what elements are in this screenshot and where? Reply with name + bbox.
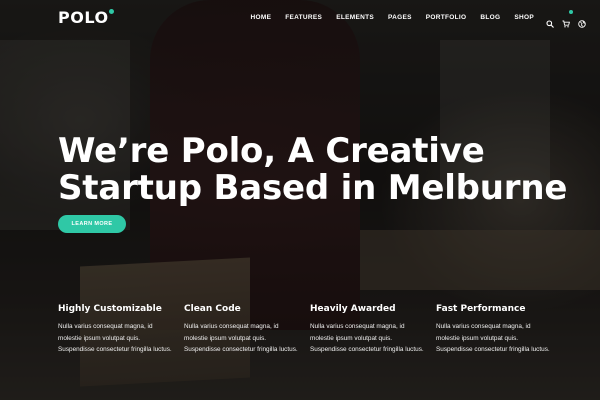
feature-line: Nulla varius consequat magna, id — [436, 323, 531, 330]
main-nav: HOME FEATURES ELEMENTS PAGES PORTFOLIO B… — [251, 14, 534, 21]
feature-description: Nulla varius consequat magna, id molesti… — [58, 321, 184, 356]
nav-home[interactable]: HOME — [251, 14, 272, 21]
search-icon[interactable] — [546, 13, 554, 28]
nav-elements[interactable]: ELEMENTS — [336, 14, 374, 21]
feature-item: Clean Code Nulla varius consequat magna,… — [184, 304, 310, 356]
feature-title: Heavily Awarded — [310, 304, 396, 314]
feature-item: Fast Performance Nulla varius consequat … — [436, 304, 562, 356]
feature-line: Suspendisse consectetur fringilla luctus… — [184, 346, 298, 353]
headline-line-2: Startup Based in Melburne — [58, 168, 568, 208]
feature-line: molestie ipsum volutpat quis. — [436, 334, 519, 342]
logo-dot — [108, 8, 114, 14]
feature-title: Highly Customizable — [58, 304, 162, 314]
cart-badge — [569, 10, 573, 14]
site-logo[interactable]: POLO — [58, 7, 114, 27]
site-header: POLO HOME FEATURES ELEMENTS PAGES PORTFO… — [0, 0, 600, 34]
feature-line: Suspendisse consectetur fringilla luctus… — [436, 346, 550, 353]
feature-title: Clean Code — [184, 304, 241, 314]
feature-line: molestie ipsum volutpat quis. — [58, 334, 141, 342]
hero-headline: We’re Polo, A Creative Startup Based in … — [58, 133, 578, 207]
feature-title: Fast Performance — [436, 304, 526, 314]
feature-line: Nulla varius consequat magna, id — [310, 323, 405, 330]
feature-item: Highly Customizable Nulla varius consequ… — [58, 304, 184, 356]
feature-line: Suspendisse consectetur fringilla luctus… — [58, 346, 172, 353]
nav-portfolio[interactable]: PORTFOLIO — [426, 14, 467, 21]
features-row: Highly Customizable Nulla varius consequ… — [58, 304, 578, 356]
feature-item: Heavily Awarded Nulla varius consequat m… — [310, 304, 436, 356]
logo-text: POLO — [58, 7, 109, 27]
learn-more-button[interactable]: LEARN MORE — [58, 215, 126, 233]
feature-line: Suspendisse consectetur fringilla luctus… — [310, 346, 424, 353]
nav-shop[interactable]: SHOP — [514, 14, 534, 21]
nav-pages[interactable]: PAGES — [388, 14, 412, 21]
globe-icon[interactable] — [578, 13, 586, 28]
feature-description: Nulla varius consequat magna, id molesti… — [436, 321, 562, 356]
feature-description: Nulla varius consequat magna, id molesti… — [310, 321, 436, 356]
hero-section: POLO HOME FEATURES ELEMENTS PAGES PORTFO… — [0, 0, 600, 400]
feature-line: Nulla varius consequat magna, id — [58, 323, 153, 330]
headline-line-1: We’re Polo, A Creative — [58, 131, 485, 171]
nav-features[interactable]: FEATURES — [285, 14, 322, 21]
feature-line: molestie ipsum volutpat quis. — [310, 334, 393, 342]
header-icons — [546, 10, 586, 28]
cart-icon[interactable] — [562, 10, 573, 28]
feature-line: molestie ipsum volutpat quis. — [184, 334, 267, 342]
nav-blog[interactable]: BLOG — [480, 14, 500, 21]
feature-line: Nulla varius consequat magna, id — [184, 323, 279, 330]
feature-description: Nulla varius consequat magna, id molesti… — [184, 321, 310, 356]
